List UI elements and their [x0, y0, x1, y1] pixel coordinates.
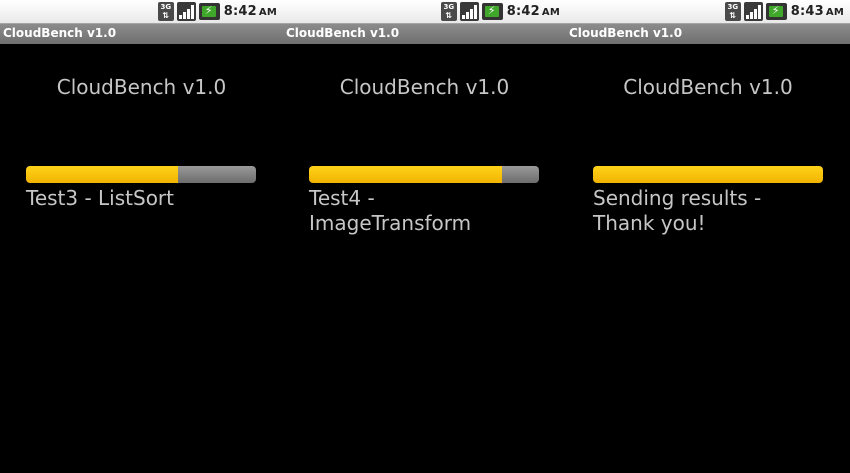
app-title: CloudBench v1.0	[286, 26, 400, 40]
progress-fill	[309, 166, 503, 183]
progress-bar	[593, 166, 823, 183]
clock: 8:42 AM	[224, 4, 277, 19]
status-line: ImageTransform	[309, 211, 472, 235]
progress-bar	[26, 166, 256, 183]
network-3g-icon: 3G ⇅	[157, 2, 174, 21]
battery-charging-icon: ⚡	[481, 3, 503, 20]
network-type-label: 3G	[727, 3, 739, 11]
status-line: Test3 - ListSort	[26, 186, 174, 210]
status-icons: 3G ⇅ ⚡ 8:42 AM	[440, 1, 560, 22]
clock-ampm: AM	[541, 7, 560, 18]
clock-time: 8:43	[790, 4, 824, 19]
app-title-bar: CloudBench v1.0	[0, 23, 283, 44]
status-line: Test4 -	[309, 186, 375, 210]
status-line: Thank you!	[593, 211, 706, 235]
clock-time: 8:42	[506, 4, 540, 19]
clock-ampm: AM	[258, 7, 277, 18]
status-icons: 3G ⇅ ⚡ 8:42 AM	[157, 1, 277, 22]
test-status-label: Test3 - ListSort	[26, 186, 266, 211]
clock-ampm: AM	[825, 7, 844, 18]
signal-icon	[176, 2, 196, 21]
network-3g-icon: 3G ⇅	[724, 2, 741, 21]
app-title: CloudBench v1.0	[3, 26, 117, 40]
app-title-bar: CloudBench v1.0	[566, 23, 850, 44]
phone-screen: 3G ⇅ ⚡ 8:42 AM CloudBench v1.0 CloudBench…	[283, 0, 566, 473]
network-3g-icon: 3G ⇅	[440, 2, 457, 21]
app-heading: CloudBench v1.0	[623, 75, 793, 99]
status-bar: 3G ⇅ ⚡ 8:43 AM	[566, 0, 850, 23]
phone-screen: 3G ⇅ ⚡ 8:42 AM CloudBench v1.0 CloudBench…	[0, 0, 283, 473]
signal-icon	[743, 2, 763, 21]
progress-bar	[309, 166, 539, 183]
network-type-label: 3G	[443, 3, 455, 11]
status-bar: 3G ⇅ ⚡ 8:42 AM	[0, 0, 283, 23]
test-status-label: Sending results - Thank you!	[593, 186, 833, 236]
battery-charging-icon: ⚡	[765, 3, 787, 20]
progress-fill	[593, 166, 823, 183]
signal-icon	[459, 2, 479, 21]
status-icons: 3G ⇅ ⚡ 8:43 AM	[724, 1, 844, 22]
status-bar: 3G ⇅ ⚡ 8:42 AM	[283, 0, 566, 23]
status-line: Sending results -	[593, 186, 762, 210]
network-type-label: 3G	[160, 3, 172, 11]
clock-time: 8:42	[223, 4, 257, 19]
app-heading: CloudBench v1.0	[56, 75, 227, 99]
clock: 8:42 AM	[507, 4, 560, 19]
progress-fill	[26, 166, 178, 183]
test-status-label: Test4 - ImageTransform	[309, 186, 549, 236]
app-title-bar: CloudBench v1.0	[283, 23, 566, 44]
clock: 8:43 AM	[791, 4, 844, 19]
app-title: CloudBench v1.0	[569, 26, 683, 40]
battery-charging-icon: ⚡	[198, 3, 220, 20]
app-heading: CloudBench v1.0	[339, 75, 510, 99]
phone-screen: 3G ⇅ ⚡ 8:43 AM CloudBench v1.0 CloudBench…	[566, 0, 850, 473]
